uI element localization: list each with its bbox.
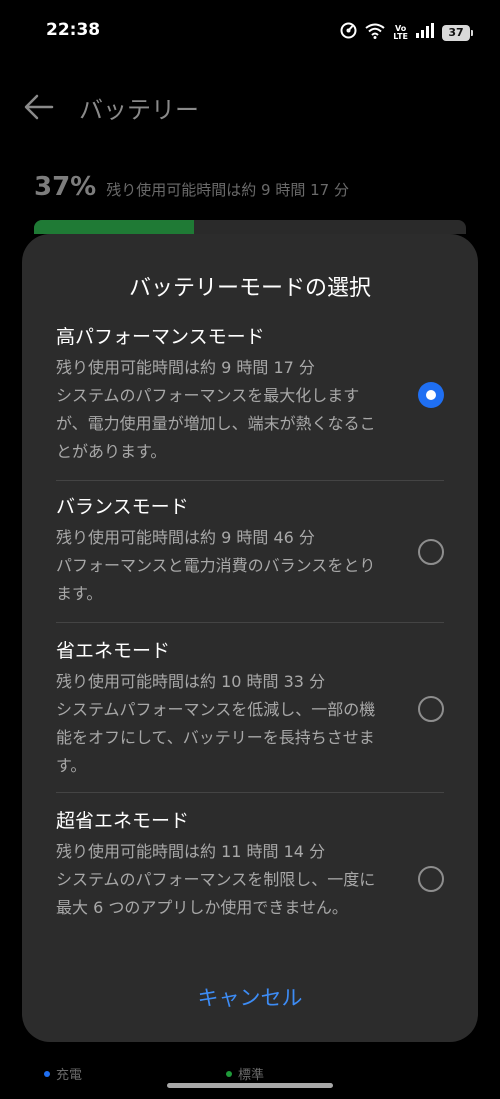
option-description: 残り使用可能時間は約 10 時間 33 分 システムパフォーマンスを低減し、一部…	[56, 672, 376, 775]
radio-button[interactable]	[418, 382, 444, 408]
legend-charging: 充電	[44, 1064, 82, 1083]
page-title: バッテリー	[79, 96, 199, 124]
radio-selected-dot-icon	[426, 390, 436, 400]
battery-status-icon: 37	[442, 24, 473, 41]
divider	[56, 792, 444, 793]
legend-dot-icon	[226, 1070, 232, 1077]
battery-level-fill	[34, 220, 194, 234]
data-saver-icon	[340, 22, 357, 43]
dialog-title: バッテリーモードの選択	[128, 276, 371, 301]
back-button[interactable]	[22, 90, 56, 124]
option-title: 超省エネモード	[56, 810, 190, 832]
option-title: バランスモード	[56, 496, 189, 518]
volte-icon: Vo LTE	[393, 23, 408, 41]
battery-settings-screen: 22:38 Vo LTE 37 バッテリー 37% 残り使用可能時間は約 9 時…	[0, 0, 500, 1099]
legend-dot-icon	[44, 1070, 50, 1077]
battery-level-bar	[34, 220, 466, 234]
status-time: 22:38	[46, 20, 101, 40]
cellular-signal-icon	[416, 23, 434, 42]
option-description: 残り使用可能時間は約 11 時間 14 分 システムのパフォーマンスを制限し、一…	[56, 842, 376, 917]
legend-normal: 標準	[226, 1064, 264, 1083]
divider	[56, 480, 444, 481]
option-ultra-power-saving[interactable]: 超省エネモード 残り使用可能時間は約 11 時間 14 分 システムのパフォーマ…	[56, 808, 444, 922]
cancel-button[interactable]: キャンセル	[150, 980, 350, 1016]
option-description: 残り使用可能時間は約 9 時間 46 分 パフォーマンスと電力消費のバランスをと…	[56, 528, 376, 603]
arrow-left-icon	[24, 94, 54, 120]
radio-button[interactable]	[418, 539, 444, 565]
battery-mode-dialog: バッテリーモードの選択 高パフォーマンスモード 残り使用可能時間は約 9 時間 …	[22, 234, 478, 1042]
option-title: 高パフォーマンスモード	[56, 326, 265, 348]
radio-button[interactable]	[418, 866, 444, 892]
legend-label: 充電	[56, 1068, 83, 1083]
home-indicator[interactable]	[167, 1083, 333, 1088]
option-balanced[interactable]: バランスモード 残り使用可能時間は約 9 時間 46 分 パフォーマンスと電力消…	[56, 494, 444, 608]
option-high-performance[interactable]: 高パフォーマンスモード 残り使用可能時間は約 9 時間 17 分 システムのパフ…	[56, 324, 444, 466]
battery-remaining-time: 残り使用可能時間は約 9 時間 17 分	[106, 181, 349, 199]
legend-label: 標準	[238, 1068, 265, 1083]
radio-button[interactable]	[418, 696, 444, 722]
option-title: 省エネモード	[56, 640, 171, 662]
battery-percent: 37%	[34, 172, 97, 202]
app-header: バッテリー	[0, 82, 500, 132]
option-power-saving[interactable]: 省エネモード 残り使用可能時間は約 10 時間 33 分 システムパフォーマンス…	[56, 638, 444, 780]
battery-summary: 37% 残り使用可能時間は約 9 時間 17 分	[34, 172, 349, 202]
option-description: 残り使用可能時間は約 9 時間 17 分 システムのパフォーマンスを最大化します…	[56, 358, 376, 461]
status-bar: 22:38 Vo LTE 37	[0, 0, 500, 62]
status-icons: Vo LTE 37	[340, 22, 473, 43]
divider	[56, 622, 444, 623]
wifi-icon	[365, 23, 385, 43]
